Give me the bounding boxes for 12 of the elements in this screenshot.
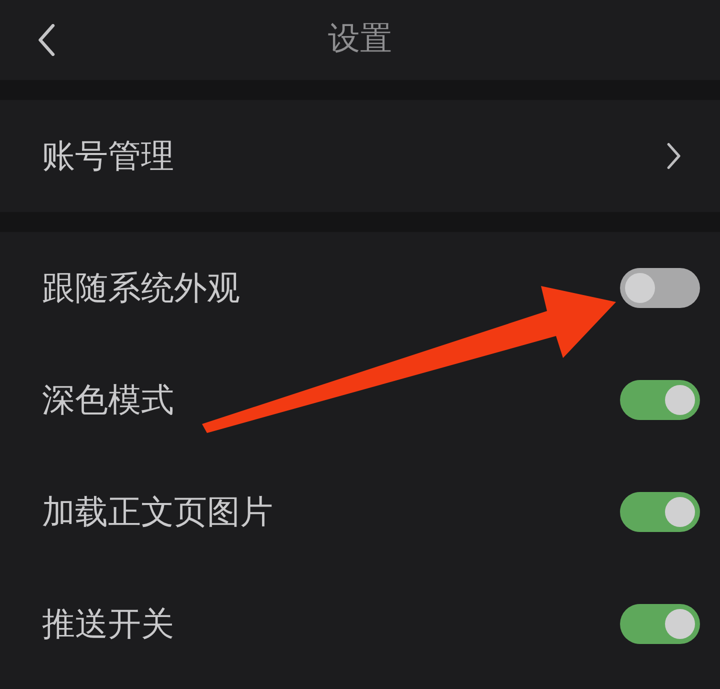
toggle-switch[interactable] <box>620 492 700 532</box>
chevron-right-icon <box>666 143 682 169</box>
toggle-switch[interactable] <box>620 604 700 644</box>
account-management-row[interactable]: 账号管理 <box>0 100 720 212</box>
setting-label: 加载正文页图片 <box>42 492 273 532</box>
setting-label: 推送开关 <box>42 604 174 644</box>
toggle-switch[interactable] <box>620 268 700 308</box>
setting-label: 跟随系统外观 <box>42 268 240 308</box>
page-title: 设置 <box>328 22 392 58</box>
setting-label: 深色模式 <box>42 380 174 420</box>
toggle-switch[interactable] <box>620 380 700 420</box>
back-icon <box>37 24 57 56</box>
